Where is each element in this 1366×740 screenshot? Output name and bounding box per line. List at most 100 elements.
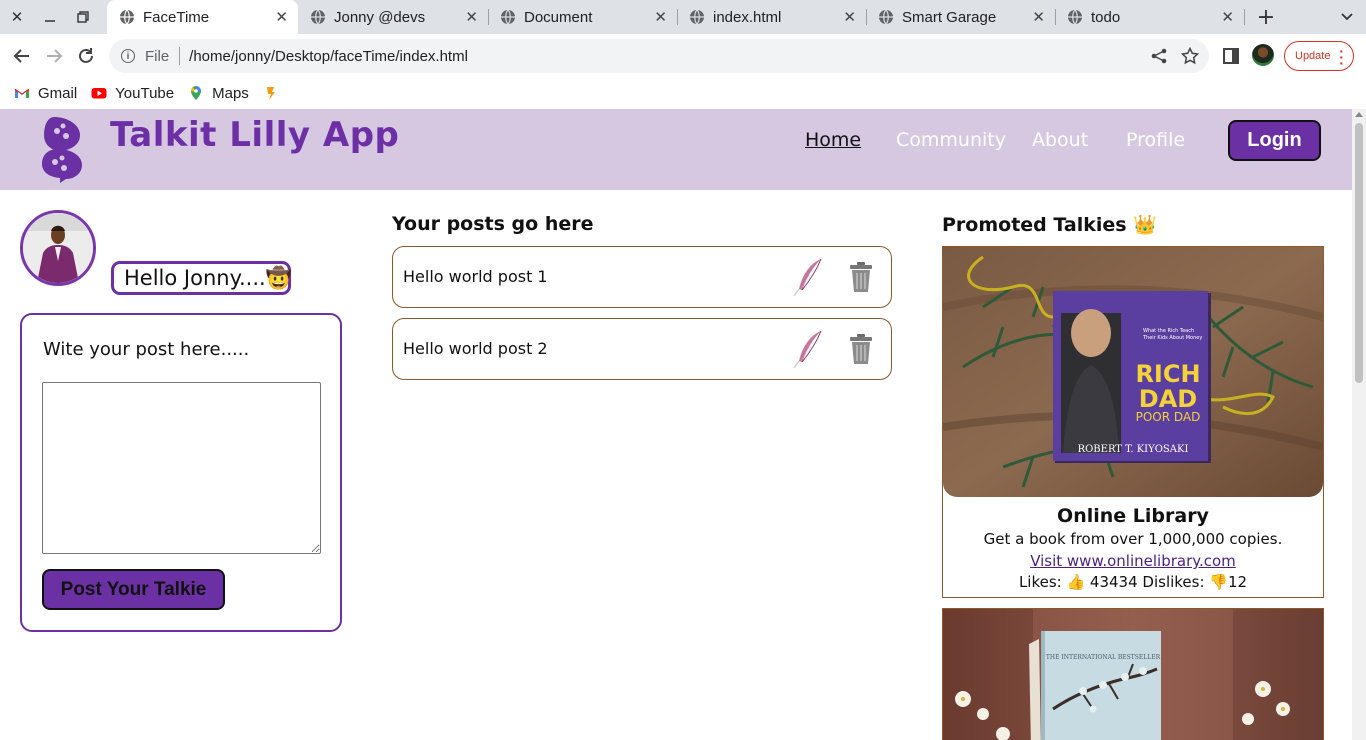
- maps-icon: [191, 86, 202, 100]
- reload-icon[interactable]: [70, 40, 102, 72]
- restore-window-icon[interactable]: [66, 0, 100, 34]
- share-icon[interactable]: [1150, 47, 1168, 65]
- close-tab-icon[interactable]: ✕: [1221, 8, 1234, 26]
- post-talkie-button[interactable]: Post Your Talkie: [42, 569, 225, 610]
- more-vert-icon: · · ·: [1339, 43, 1344, 71]
- nav-profile[interactable]: Profile: [1126, 129, 1185, 151]
- side-panel-icon[interactable]: [1220, 45, 1242, 67]
- promo-title: Online Library: [1057, 505, 1209, 527]
- scroll-thumb[interactable]: [1355, 123, 1363, 383]
- gmail-icon: [14, 88, 30, 98]
- address-bar[interactable]: i File /home/jonny/Desktop/faceTime/inde…: [109, 39, 1209, 73]
- bookmark-label: Maps: [212, 84, 249, 102]
- bookmark-label: YouTube: [115, 84, 175, 102]
- svg-text:Their Kids About Money: Their Kids About Money: [1142, 335, 1202, 341]
- post-card: Hello world post 2: [392, 318, 892, 380]
- tab-facetime[interactable]: FaceTime ✕: [107, 0, 298, 34]
- tab-label: todo: [1091, 8, 1121, 26]
- forward-icon[interactable]: [38, 40, 70, 72]
- book-title-dad: DAD: [1139, 385, 1197, 413]
- user-greeting: Hello Jonny....🤠: [111, 261, 292, 295]
- youtube-icon: [91, 88, 107, 99]
- globe-icon: [120, 9, 134, 25]
- chat-bubbles-logo-icon: [42, 117, 82, 183]
- nav-home[interactable]: Home: [805, 129, 861, 151]
- browser-toolbar: i File /home/jonny/Desktop/faceTime/inde…: [0, 34, 1366, 78]
- close-tab-icon[interactable]: ✕: [465, 8, 478, 26]
- address-url: /home/jonny/Desktop/faceTime/index.html: [189, 47, 468, 65]
- browser-tab-bar: ✕ FaceTime ✕ Jonny @devs ✕ Document ✕ in…: [0, 0, 1366, 34]
- tab-jonny-devs[interactable]: Jonny @devs ✕: [298, 0, 488, 34]
- post-text: Hello world post 1: [403, 267, 548, 286]
- promo-card: What the Rich Teach Their Kids About Mon…: [942, 246, 1324, 598]
- book-title-poor-dad: POOR DAD: [1136, 410, 1201, 424]
- close-window-icon[interactable]: ✕: [0, 0, 34, 34]
- nav-about[interactable]: About: [1032, 129, 1088, 151]
- page-viewport: Talkit Lilly App Home Community About Pr…: [0, 109, 1352, 740]
- globe-icon: [879, 9, 893, 25]
- tab-document[interactable]: Document ✕: [488, 0, 677, 34]
- tab-separator: [1244, 9, 1245, 25]
- promo-link[interactable]: Visit www.onlinelibrary.com: [943, 552, 1323, 570]
- address-scheme: File: [145, 47, 170, 65]
- login-button[interactable]: Login: [1228, 120, 1321, 161]
- globe-icon: [501, 9, 515, 25]
- bookmark-youtube[interactable]: YouTube: [91, 85, 174, 102]
- close-tab-icon[interactable]: ✕: [843, 8, 856, 26]
- update-label: Update: [1295, 50, 1331, 62]
- tab-label: Document: [524, 8, 593, 26]
- book-author: ROBERT T. KIYOSAKI: [1078, 444, 1189, 455]
- trash-icon[interactable]: [848, 333, 874, 365]
- page-scrollbar[interactable]: [1352, 109, 1366, 740]
- minimize-window-icon[interactable]: [33, 0, 67, 34]
- tab-smart-garage[interactable]: Smart Garage ✕: [866, 0, 1055, 34]
- post-card: Hello world post 1: [392, 246, 892, 308]
- back-icon[interactable]: [6, 40, 38, 72]
- promoted-heading: Promoted Talkies 👑: [942, 214, 1157, 236]
- tab-index-html[interactable]: index.html ✕: [677, 0, 866, 34]
- avatar: [20, 210, 96, 286]
- trash-icon[interactable]: [848, 261, 874, 293]
- composer-prompt: Wite your post here.....: [43, 339, 250, 360]
- globe-icon: [311, 9, 325, 25]
- close-tab-icon[interactable]: ✕: [275, 8, 288, 26]
- bookmark-site-icon: [266, 87, 275, 100]
- feather-edit-icon[interactable]: [791, 257, 825, 297]
- posts-heading: Your posts go here: [392, 213, 594, 235]
- new-tab-icon[interactable]: +: [1252, 0, 1280, 34]
- post-textarea[interactable]: [42, 382, 321, 554]
- tab-label: Smart Garage: [902, 8, 997, 26]
- tab-label: index.html: [713, 8, 782, 26]
- site-info-icon[interactable]: i: [121, 49, 135, 63]
- app-title: Talkit Lilly App: [110, 115, 400, 155]
- tab-label: Jonny @devs: [334, 8, 426, 26]
- app-header: Talkit Lilly App Home Community About Pr…: [0, 109, 1352, 190]
- tab-label: FaceTime: [143, 8, 210, 26]
- nav-community[interactable]: Community: [896, 129, 1006, 151]
- tab-search-icon[interactable]: [1333, 0, 1361, 34]
- globe-icon: [1068, 9, 1082, 25]
- book-title-rich: RICH: [1135, 360, 1200, 388]
- bookmark-extension[interactable]: [263, 85, 287, 101]
- update-button[interactable]: Update · · ·: [1284, 41, 1354, 71]
- promo-description: Get a book from over 1,000,000 copies.: [983, 530, 1283, 548]
- bookmarks-bar: Gmail YouTube Maps: [0, 78, 1366, 108]
- bookmark-label: Gmail: [38, 84, 78, 102]
- svg-text:What the Rich Teach: What the Rich Teach: [1143, 328, 1194, 334]
- feather-edit-icon[interactable]: [791, 329, 825, 369]
- globe-icon: [690, 9, 704, 25]
- bookmark-star-icon[interactable]: [1181, 47, 1199, 65]
- post-composer: Wite your post here..... Post Your Talki…: [20, 313, 342, 632]
- scroll-up-icon[interactable]: [1355, 112, 1363, 117]
- promo-likes: Likes: 👍 43434 Dislikes: 👎12: [1018, 573, 1248, 591]
- close-tab-icon[interactable]: ✕: [1032, 8, 1045, 26]
- promo-book-image: THE INTERNATIONAL BESTSELLER: [943, 609, 1323, 740]
- profile-avatar[interactable]: [1252, 44, 1274, 66]
- promo-book-image: What the Rich Teach Their Kids About Mon…: [943, 247, 1323, 497]
- bookmark-gmail[interactable]: Gmail: [14, 85, 77, 102]
- bookmark-maps[interactable]: Maps: [188, 85, 249, 102]
- promo-card: THE INTERNATIONAL BESTSELLER: [942, 608, 1324, 740]
- address-divider: [179, 47, 181, 65]
- tab-todo[interactable]: todo ✕: [1055, 0, 1244, 34]
- close-tab-icon[interactable]: ✕: [654, 8, 667, 26]
